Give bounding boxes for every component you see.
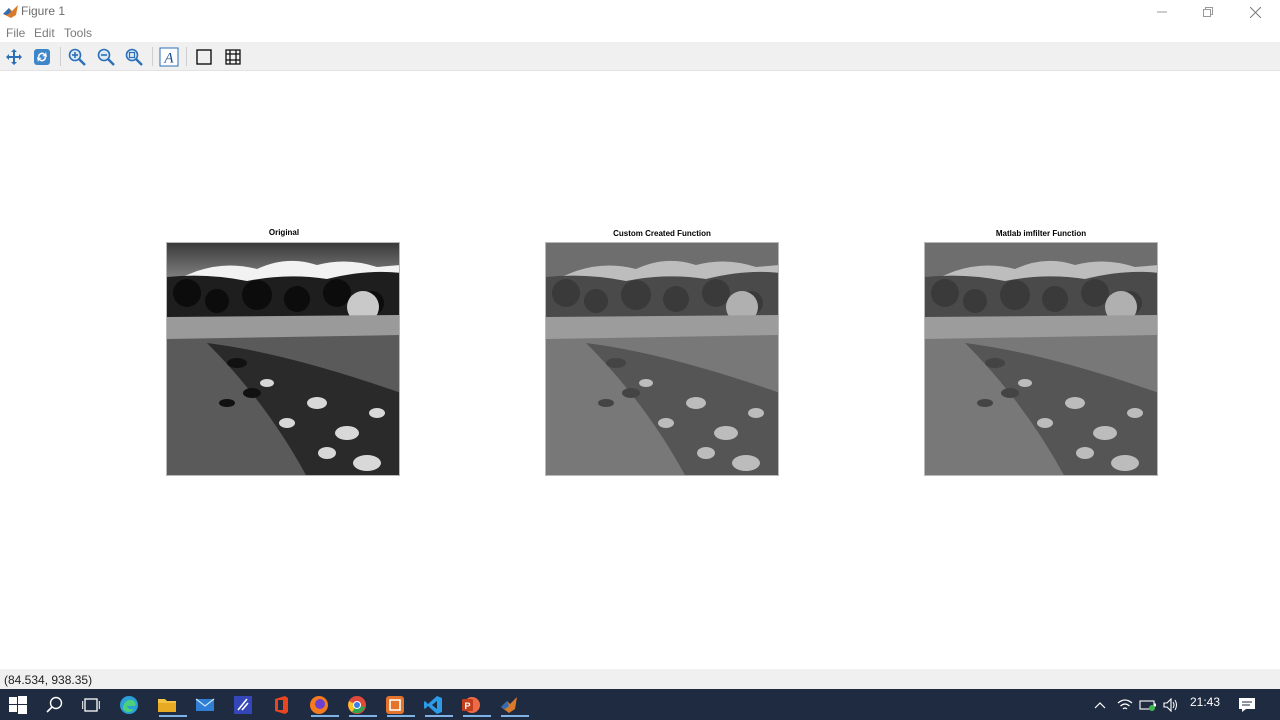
task-view-icon bbox=[82, 698, 100, 712]
toolbar-separator bbox=[60, 47, 61, 66]
file-explorer-button[interactable] bbox=[155, 693, 187, 717]
landscape-image-imfilter[interactable] bbox=[924, 242, 1158, 476]
menu-bar: File Edit Tools bbox=[0, 24, 1280, 42]
clock[interactable]: 21:43 bbox=[1190, 695, 1220, 709]
window-title: Figure 1 bbox=[21, 4, 66, 18]
file-explorer-icon bbox=[158, 699, 176, 712]
restore-button[interactable] bbox=[1185, 0, 1231, 24]
zoom-out-button[interactable] bbox=[95, 46, 117, 68]
rotate-icon bbox=[34, 49, 50, 65]
svg-text:A: A bbox=[163, 51, 174, 67]
edge-button[interactable] bbox=[117, 693, 141, 717]
svg-text:P: P bbox=[464, 701, 470, 711]
active-indicator bbox=[463, 715, 491, 717]
panel-title-imfilter: Matlab imfilter Function bbox=[995, 229, 1087, 238]
zoom-reset-icon bbox=[125, 48, 143, 66]
toggle-box-icon bbox=[196, 49, 212, 65]
matlab-editor-icon bbox=[234, 696, 252, 714]
insert-text-icon: A bbox=[159, 47, 179, 67]
matlab-button[interactable] bbox=[497, 693, 529, 717]
show-hidden-icons-button[interactable] bbox=[1088, 693, 1112, 717]
action-center-button[interactable] bbox=[1235, 693, 1259, 717]
powerpoint-button[interactable]: P bbox=[459, 693, 491, 717]
minimize-icon bbox=[1157, 11, 1167, 13]
title-bar: Figure 1 bbox=[0, 0, 1280, 24]
menu-file[interactable]: File bbox=[6, 26, 25, 40]
landscape-image-original[interactable] bbox=[166, 242, 400, 476]
taskbar: P 21:43 bbox=[0, 689, 1280, 720]
battery-button[interactable] bbox=[1136, 693, 1160, 717]
landscape-image bbox=[167, 243, 399, 475]
network-button[interactable] bbox=[1113, 693, 1137, 717]
pan-icon bbox=[6, 49, 22, 65]
menu-tools[interactable]: Tools bbox=[64, 26, 92, 40]
toggle-grid-button[interactable] bbox=[222, 46, 244, 68]
mail-icon bbox=[195, 698, 215, 711]
minimize-button[interactable] bbox=[1139, 0, 1185, 24]
landscape-image bbox=[546, 243, 778, 475]
chrome-button[interactable] bbox=[345, 693, 377, 717]
volume-button[interactable] bbox=[1159, 693, 1183, 717]
office-icon bbox=[275, 696, 288, 714]
edge-icon bbox=[120, 696, 138, 714]
rotate-button[interactable] bbox=[31, 46, 53, 68]
active-indicator bbox=[349, 715, 377, 717]
powerpoint-icon: P bbox=[462, 697, 480, 713]
battery-icon bbox=[1139, 700, 1156, 711]
zoom-in-button[interactable] bbox=[66, 46, 88, 68]
close-icon bbox=[1249, 6, 1261, 18]
mail-button[interactable] bbox=[193, 693, 217, 717]
matlab-icon bbox=[501, 697, 517, 713]
app-icon bbox=[386, 696, 404, 714]
start-button[interactable] bbox=[6, 693, 30, 717]
pan-button[interactable] bbox=[3, 46, 25, 68]
panel-title-original: Original bbox=[268, 228, 300, 237]
toggle-box-button[interactable] bbox=[193, 46, 215, 68]
matlab-logo-icon bbox=[3, 5, 18, 18]
cursor-coordinates: (84.534, 938.35) bbox=[4, 673, 93, 687]
vscode-icon bbox=[424, 696, 442, 714]
zoom-in-icon bbox=[68, 48, 86, 66]
toolbar-separator bbox=[186, 47, 187, 66]
start-icon bbox=[9, 696, 27, 714]
active-indicator bbox=[387, 715, 415, 717]
insert-text-button[interactable]: A bbox=[158, 46, 180, 68]
chrome-icon bbox=[348, 696, 366, 714]
figure-toolbar: A bbox=[0, 42, 1280, 71]
firefox-button[interactable] bbox=[307, 693, 339, 717]
search-button[interactable] bbox=[43, 693, 67, 717]
office-button[interactable] bbox=[269, 693, 293, 717]
active-indicator bbox=[311, 715, 339, 717]
status-bar: (84.534, 938.35) bbox=[0, 669, 1280, 689]
panel-title-custom: Custom Created Function bbox=[613, 229, 711, 238]
close-button[interactable] bbox=[1232, 0, 1278, 24]
chevron-up-icon bbox=[1094, 702, 1106, 709]
speaker-icon bbox=[1163, 698, 1177, 712]
task-view-button[interactable] bbox=[79, 693, 103, 717]
landscape-image-custom[interactable] bbox=[545, 242, 779, 476]
matlab-editor-button[interactable] bbox=[231, 693, 255, 717]
toggle-grid-icon bbox=[225, 49, 241, 65]
active-indicator bbox=[425, 715, 453, 717]
search-icon bbox=[46, 696, 63, 713]
zoom-reset-button[interactable] bbox=[123, 46, 145, 68]
vscode-button[interactable] bbox=[421, 693, 453, 717]
menu-edit[interactable]: Edit bbox=[34, 26, 55, 40]
zoom-out-icon bbox=[97, 48, 115, 66]
restore-icon bbox=[1203, 7, 1213, 17]
active-indicator bbox=[501, 715, 529, 717]
landscape-image bbox=[925, 243, 1157, 475]
notification-icon bbox=[1239, 698, 1255, 712]
active-indicator bbox=[159, 715, 187, 717]
figure-canvas[interactable]: Original Custom Created Function Matlab … bbox=[0, 72, 1280, 669]
app-button[interactable] bbox=[383, 693, 415, 717]
firefox-icon bbox=[310, 696, 328, 714]
wifi-icon bbox=[1117, 699, 1133, 710]
toolbar-separator bbox=[152, 47, 153, 66]
